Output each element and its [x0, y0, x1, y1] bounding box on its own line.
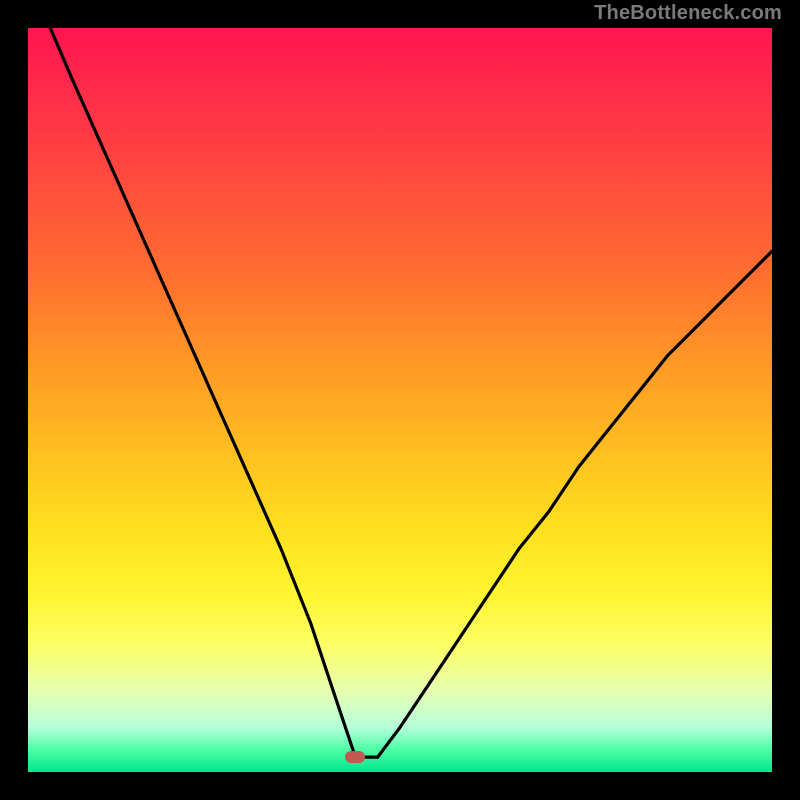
chart-frame: TheBottleneck.com — [0, 0, 800, 800]
optimal-point-marker — [345, 751, 365, 763]
bottleneck-curve — [28, 28, 772, 772]
curve-right-branch — [378, 251, 772, 757]
plot-area — [28, 28, 772, 772]
watermark-text: TheBottleneck.com — [594, 2, 782, 25]
curve-left-branch — [50, 28, 355, 757]
